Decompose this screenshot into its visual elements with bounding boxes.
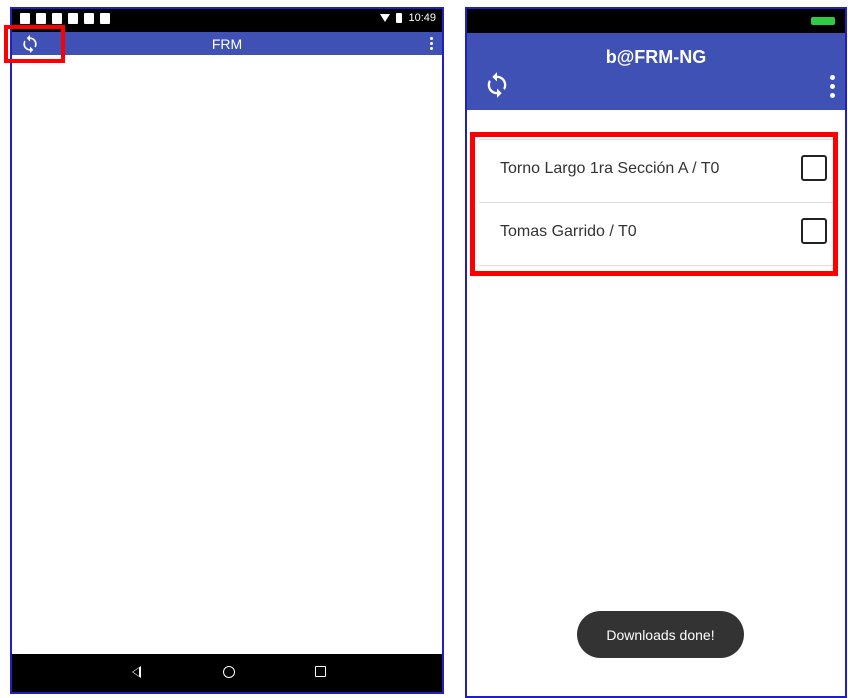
recent-apps-icon[interactable] <box>315 666 326 677</box>
notification-icon <box>84 13 94 24</box>
highlight-site-list <box>470 132 838 276</box>
notification-icons <box>20 13 110 24</box>
app-title: FRM <box>211 36 243 52</box>
app-bar: FRM <box>12 32 442 55</box>
battery-icon <box>811 17 835 25</box>
sync-icon[interactable] <box>483 71 511 99</box>
navigation-bar <box>12 654 442 692</box>
wifi-icon <box>380 14 391 22</box>
notification-icon <box>68 13 78 24</box>
highlight-sync-button <box>4 25 65 63</box>
left-phone-screen: 10:49 FRM <box>10 7 444 694</box>
status-bar: 10:49 <box>12 9 442 32</box>
notification-icon <box>52 13 62 24</box>
status-bar <box>467 9 845 33</box>
status-time: 10:49 <box>408 12 436 24</box>
more-vert-icon[interactable] <box>830 75 835 98</box>
right-phone-screen: b@FRM-NG Torno Largo 1ra Sección A / T0 … <box>465 7 847 698</box>
battery-icon <box>396 13 403 23</box>
notification-icon <box>100 13 110 24</box>
home-icon[interactable] <box>223 666 235 678</box>
more-vert-icon[interactable] <box>430 37 434 50</box>
notification-icon <box>36 13 46 24</box>
app-title: b@FRM-NG <box>605 47 707 67</box>
toast-message: Downloads done! <box>577 611 744 658</box>
back-icon[interactable] <box>132 666 141 678</box>
notification-icon <box>20 13 30 24</box>
app-bar: b@FRM-NG <box>467 33 845 110</box>
